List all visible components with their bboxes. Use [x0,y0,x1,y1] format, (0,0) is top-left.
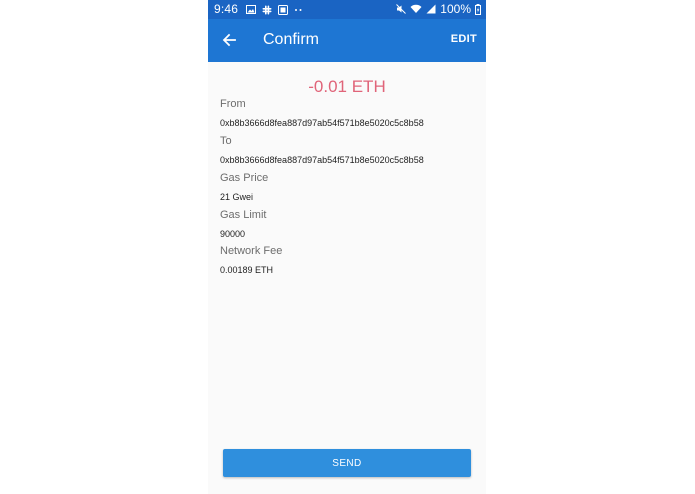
transaction-amount: -0.01 ETH [308,77,386,96]
send-button[interactable]: SEND [223,449,471,477]
gallery-icon [278,4,288,15]
gas-limit-value: 90000 [220,229,246,239]
status-system-icons: 100% [396,2,481,16]
to-address: 0xb8b3666d8fea887d97ab54f571b8e5020c5c8b… [220,155,424,165]
edit-button[interactable]: EDIT [451,33,477,45]
from-address: 0xb8b3666d8fea887d97ab54f571b8e5020c5c8b… [220,118,424,128]
from-field: From 0xb8b3666d8fea887d97ab54f571b8e5020… [220,98,474,129]
status-time: 9:46 [214,2,239,16]
back-button[interactable] [218,29,240,51]
network-fee-field: Network Fee 0.00189 ETH [220,245,474,276]
mute-icon [396,4,407,14]
gas-price-field: Gas Price 21 Gwei [220,172,474,203]
gas-limit-field: Gas Limit 90000 [220,209,474,240]
battery-percent: 100% [440,2,471,16]
gas-price-value: 21 Gwei [220,192,254,202]
wifi-icon [410,4,422,13]
phone-screen: 9:46 100% Confirm EDIT -0.01 ETH From 0x… [208,0,486,494]
arrow-back-icon [222,33,236,47]
to-field: To 0xb8b3666d8fea887d97ab54f571b8e5020c5… [220,135,474,166]
page-title: Confirm [263,31,320,48]
app-bar: Confirm EDIT [208,19,486,62]
network-fee-value: 0.00189 ETH [220,265,274,275]
status-bar: 9:46 100% [208,0,486,19]
battery-charging-icon [475,3,481,15]
gas-price-label: Gas Price [220,172,269,184]
more-dots-icon [295,8,302,11]
slack-icon [262,5,272,14]
to-label: To [220,135,232,147]
image-icon [246,5,256,14]
status-notification-icons [246,4,303,15]
gas-limit-label: Gas Limit [220,209,267,221]
from-label: From [220,98,246,110]
network-fee-label: Network Fee [220,245,283,257]
signal-icon [426,4,436,14]
